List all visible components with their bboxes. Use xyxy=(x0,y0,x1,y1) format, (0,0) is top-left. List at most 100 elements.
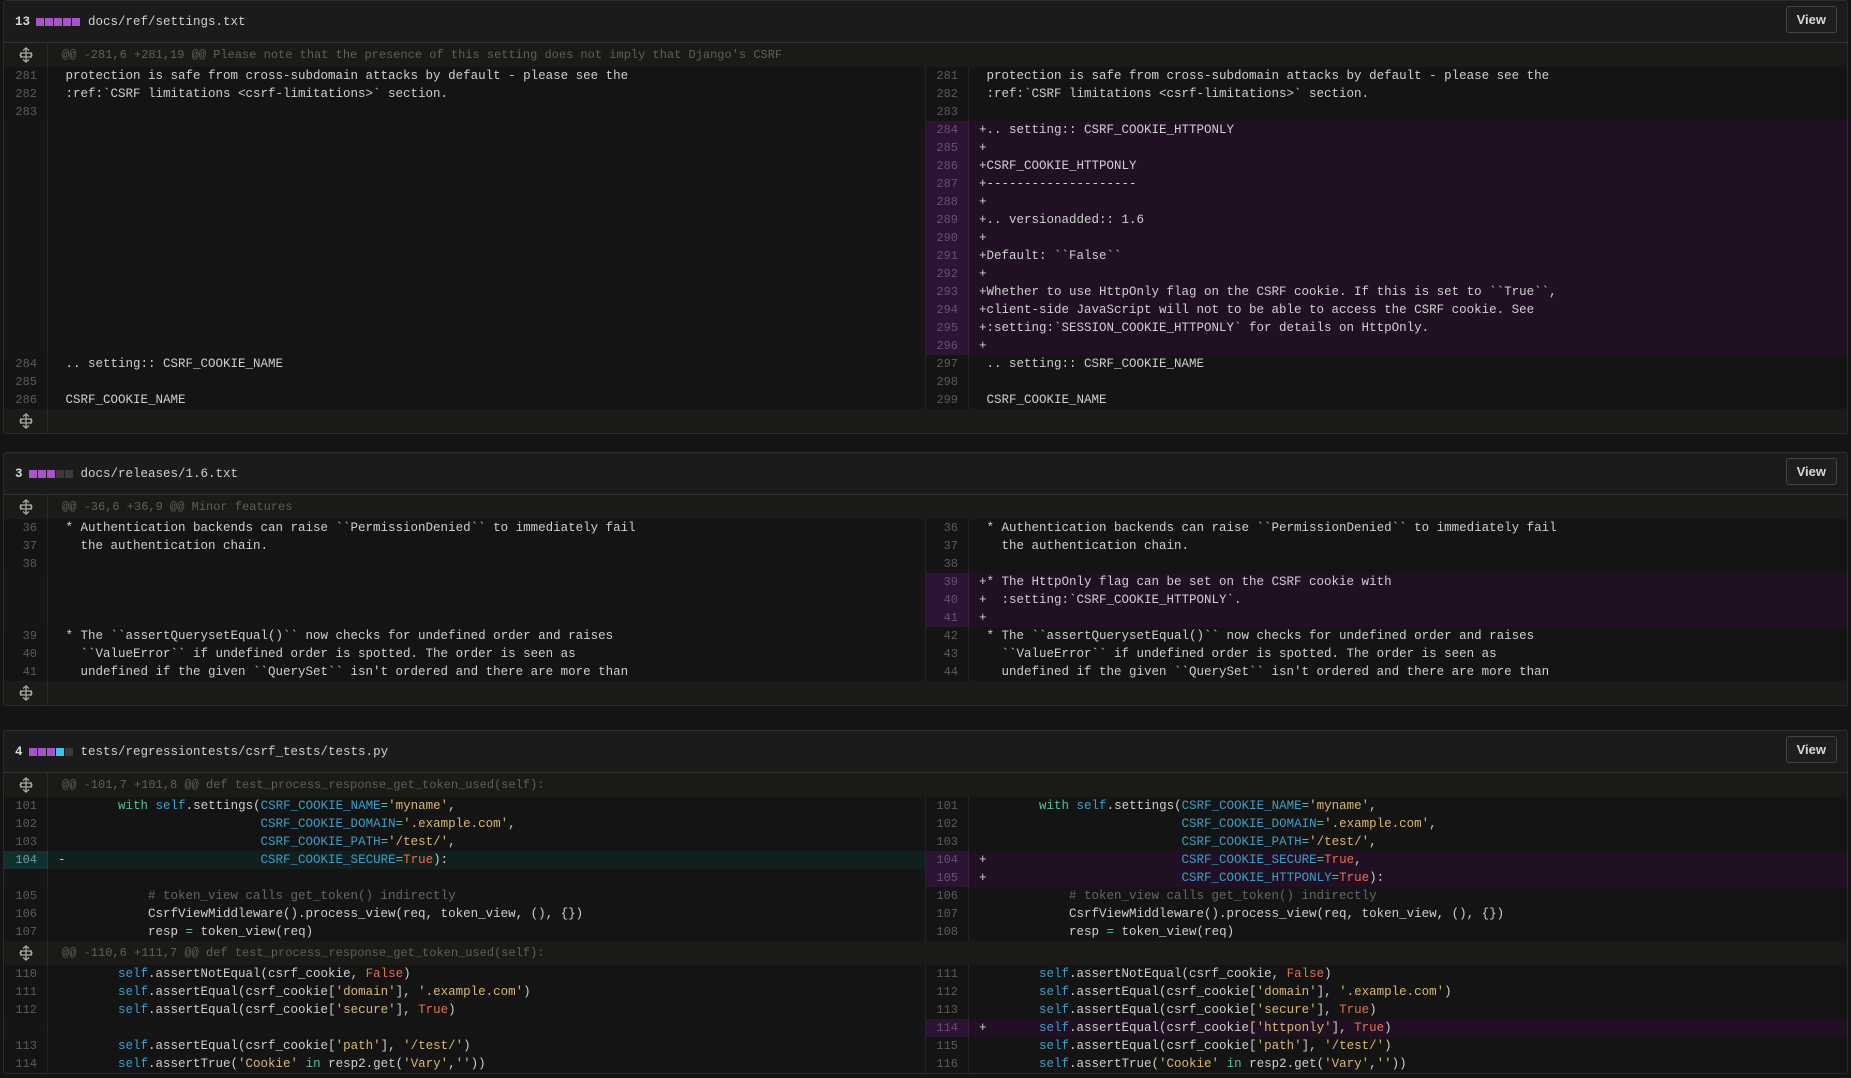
line-code: protection is safe from cross-subdomain … xyxy=(979,69,1550,83)
line-number[interactable]: 282 xyxy=(926,85,969,103)
unfold-icon[interactable] xyxy=(4,409,48,433)
line-number[interactable] xyxy=(4,591,48,609)
line-number[interactable]: 285 xyxy=(926,139,969,157)
line-number[interactable]: 38 xyxy=(4,555,48,573)
line-number[interactable]: 43 xyxy=(926,645,969,663)
line-number[interactable]: 116 xyxy=(926,1055,969,1073)
line-number[interactable] xyxy=(4,869,48,887)
unfold-icon[interactable] xyxy=(4,43,48,67)
line-number[interactable] xyxy=(4,175,48,193)
line-number[interactable] xyxy=(4,193,48,211)
line-number[interactable]: 108 xyxy=(926,923,969,941)
line-number[interactable]: 112 xyxy=(4,1001,48,1019)
line-number[interactable]: 286 xyxy=(926,157,969,175)
line-number[interactable]: 40 xyxy=(926,591,969,609)
line-number[interactable]: 105 xyxy=(926,869,969,887)
line-number[interactable]: 101 xyxy=(4,797,48,815)
line-number[interactable]: 103 xyxy=(926,833,969,851)
line-number[interactable] xyxy=(4,319,48,337)
line-number[interactable] xyxy=(4,229,48,247)
line-number[interactable]: 39 xyxy=(926,573,969,591)
line-number[interactable] xyxy=(4,573,48,591)
line-number[interactable]: 299 xyxy=(926,391,969,409)
line-number[interactable]: 284 xyxy=(926,121,969,139)
line-number[interactable]: 101 xyxy=(926,797,969,815)
line-number[interactable]: 289 xyxy=(926,211,969,229)
line-number[interactable]: 104 xyxy=(926,851,969,869)
line-number[interactable]: 284 xyxy=(4,355,48,373)
line-number[interactable]: 294 xyxy=(926,301,969,319)
file-path[interactable]: tests/regressiontests/csrf_tests/tests.p… xyxy=(81,745,389,759)
file-path[interactable]: docs/ref/settings.txt xyxy=(88,15,246,29)
line-number[interactable]: 291 xyxy=(926,247,969,265)
line-number[interactable]: 295 xyxy=(926,319,969,337)
added-line: 40 + :setting:`CSRF_COOKIE_HTTPONLY`. xyxy=(926,591,1847,609)
line-number[interactable]: 285 xyxy=(4,373,48,391)
line-number[interactable] xyxy=(4,139,48,157)
line-number[interactable]: 107 xyxy=(4,923,48,941)
line-number[interactable]: 288 xyxy=(926,193,969,211)
line-number[interactable]: 290 xyxy=(926,229,969,247)
line-number[interactable]: 286 xyxy=(4,391,48,409)
line-number[interactable]: 37 xyxy=(4,537,48,555)
unfold-icon[interactable] xyxy=(4,681,48,705)
unfold-icon[interactable] xyxy=(4,941,48,965)
unfold-icon[interactable] xyxy=(4,773,48,797)
line-number[interactable] xyxy=(4,265,48,283)
line-number[interactable]: 102 xyxy=(4,815,48,833)
line-number[interactable] xyxy=(4,211,48,229)
line-number[interactable]: 41 xyxy=(926,609,969,627)
line-number[interactable]: 113 xyxy=(926,1001,969,1019)
line-number[interactable]: 37 xyxy=(926,537,969,555)
line-number[interactable]: 282 xyxy=(4,85,48,103)
line-number[interactable]: 42 xyxy=(926,627,969,645)
line-number[interactable]: 281 xyxy=(4,67,48,85)
view-file-button[interactable]: View xyxy=(1785,458,1837,485)
line-number[interactable] xyxy=(4,283,48,301)
line-number[interactable] xyxy=(4,247,48,265)
line-number[interactable]: 105 xyxy=(4,887,48,905)
line-number[interactable]: 38 xyxy=(926,555,969,573)
line-number[interactable] xyxy=(4,121,48,139)
line-number[interactable] xyxy=(4,301,48,319)
old-side: 110 self.assertNotEqual(csrf_cookie, Fal… xyxy=(4,965,926,1073)
line-number[interactable]: 283 xyxy=(926,103,969,121)
line-number[interactable]: 115 xyxy=(926,1037,969,1055)
line-number[interactable]: 104 xyxy=(4,851,48,869)
line-number[interactable]: 283 xyxy=(4,103,48,121)
line-number[interactable]: 114 xyxy=(4,1055,48,1073)
line-number[interactable] xyxy=(4,337,48,355)
line-number[interactable] xyxy=(4,609,48,627)
line-number[interactable]: 106 xyxy=(926,887,969,905)
new-side: 36 * Authentication backends can raise `… xyxy=(926,519,1847,681)
line-number[interactable]: 298 xyxy=(926,373,969,391)
line-number[interactable]: 112 xyxy=(926,983,969,1001)
line-number[interactable]: 40 xyxy=(4,645,48,663)
line-number[interactable]: 110 xyxy=(4,965,48,983)
line-number[interactable]: 36 xyxy=(4,519,48,537)
line-number[interactable]: 36 xyxy=(926,519,969,537)
line-number[interactable]: 39 xyxy=(4,627,48,645)
line-number[interactable] xyxy=(4,157,48,175)
line-number[interactable]: 297 xyxy=(926,355,969,373)
line-number[interactable]: 103 xyxy=(4,833,48,851)
line-number[interactable]: 106 xyxy=(4,905,48,923)
unfold-icon[interactable] xyxy=(4,495,48,519)
view-file-button[interactable]: View xyxy=(1785,736,1837,763)
line-number[interactable]: 114 xyxy=(926,1019,969,1037)
file-path[interactable]: docs/releases/1.6.txt xyxy=(81,467,239,481)
line-number[interactable]: 102 xyxy=(926,815,969,833)
line-number[interactable] xyxy=(4,1019,48,1037)
line-number[interactable]: 107 xyxy=(926,905,969,923)
line-number[interactable]: 281 xyxy=(926,67,969,85)
line-number[interactable]: 113 xyxy=(4,1037,48,1055)
line-number[interactable]: 111 xyxy=(926,965,969,983)
line-number[interactable]: 296 xyxy=(926,337,969,355)
line-number[interactable]: 287 xyxy=(926,175,969,193)
line-number[interactable]: 111 xyxy=(4,983,48,1001)
line-number[interactable]: 293 xyxy=(926,283,969,301)
line-number[interactable]: 41 xyxy=(4,663,48,681)
line-number[interactable]: 44 xyxy=(926,663,969,681)
view-file-button[interactable]: View xyxy=(1785,6,1837,33)
line-number[interactable]: 292 xyxy=(926,265,969,283)
